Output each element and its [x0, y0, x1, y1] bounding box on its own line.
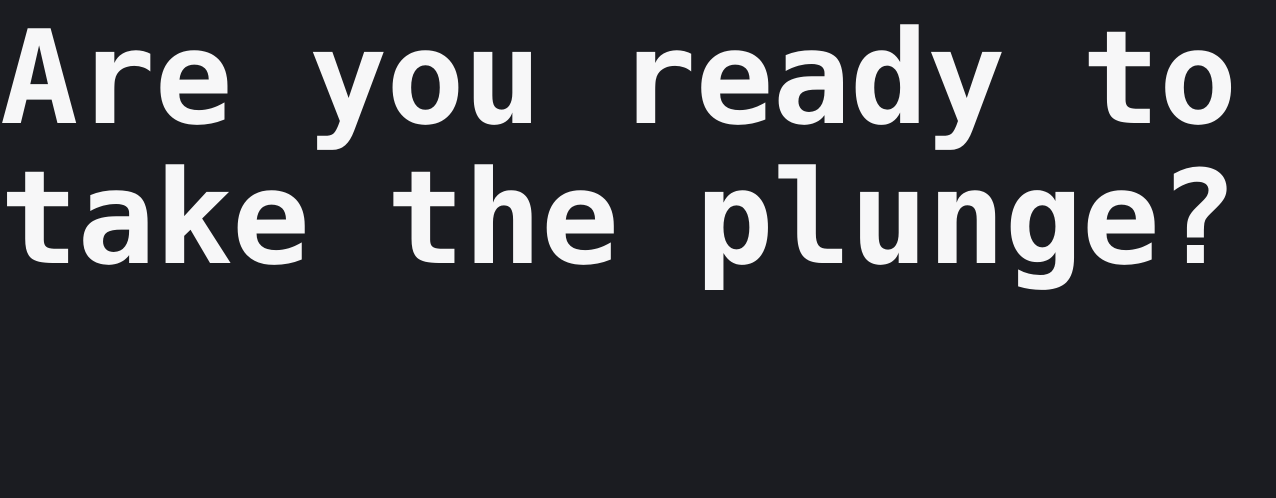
headline-line-1: Are you ready to [0, 2, 1237, 154]
hero-section: Are you ready to take the plunge? [0, 0, 1276, 498]
headline-line-2: take the plunge? [0, 142, 1237, 294]
hero-headline: Are you ready to take the plunge? [0, 2, 1237, 294]
